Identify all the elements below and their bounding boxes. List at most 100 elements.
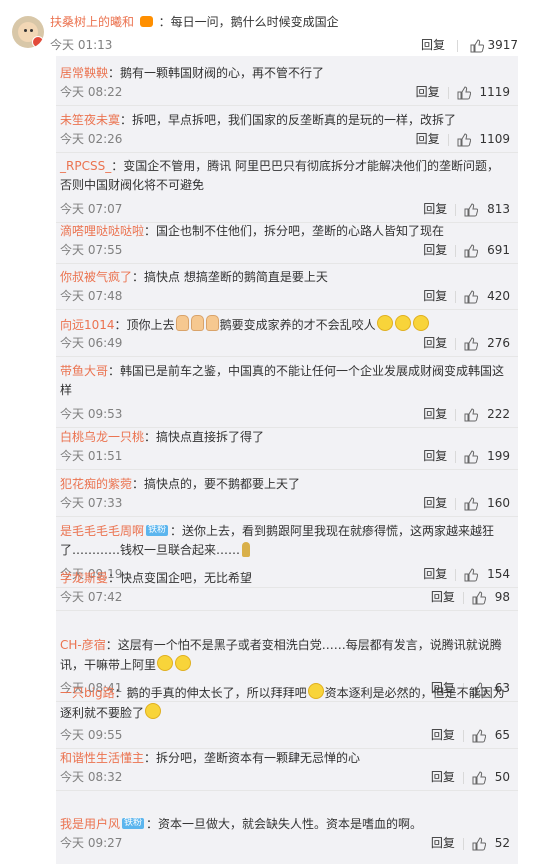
like-button[interactable]: 52 (472, 836, 510, 850)
reply-username[interactable]: CH-彦宿 (60, 638, 106, 652)
like-button[interactable]: 691 (464, 243, 510, 257)
divider (455, 408, 457, 421)
reply-username[interactable]: _RPCSS_ (60, 159, 111, 173)
reply-button[interactable]: 回复 (423, 449, 447, 463)
like-count: 276 (487, 336, 510, 350)
reply-text: ：搞快点直接拆了得了 (144, 430, 265, 444)
reply-text: ：国企也制不住他们，拆分吧，垄断的心路人皆知了现在 (144, 224, 445, 238)
like-count: 50 (494, 770, 510, 784)
reply-username[interactable]: 我是用户风 (60, 817, 120, 831)
reply-divider (56, 263, 518, 264)
reply-time: 今天 09:55 (60, 728, 123, 742)
reply-username[interactable]: 向远1014 (60, 318, 115, 332)
like-count: 199 (487, 449, 510, 463)
reply-divider (56, 516, 518, 517)
reply-time: 今天 09:53 (60, 407, 123, 421)
shy-emoji-icon (145, 703, 162, 719)
shy-emoji-icon (175, 655, 192, 671)
thumbs-up-icon (470, 38, 484, 52)
like-button[interactable]: 65 (472, 728, 510, 742)
thumbs-up-icon (464, 202, 479, 216)
reply-text: ：韩国已是前车之鉴，中国真的不能让任何一个企业发展成财阀变成韩国这样 (60, 364, 505, 397)
reply-username[interactable]: 未笙夜未寞 (60, 113, 120, 127)
reply-text: ：资本一旦做大，就会缺失人性。资本是嗜血的啊。 (146, 817, 423, 831)
divider (455, 203, 457, 216)
divider (456, 39, 458, 52)
comment-username[interactable]: 扶桑树上的曦和 (50, 15, 134, 29)
reply-username[interactable]: 带鱼大哥 (60, 364, 108, 378)
thumbs-up-icon (464, 407, 479, 421)
avatar[interactable] (12, 16, 44, 48)
like-count: 1109 (479, 132, 510, 146)
reply-text-cont: 鹅要变成家养的才不会乱咬人 (219, 318, 376, 332)
reply-button[interactable]: 回复 (423, 202, 447, 216)
like-count: 691 (487, 243, 510, 257)
thumbs-up-icon (457, 132, 471, 146)
fan-badge: 铁粉 (122, 818, 145, 829)
like-count: 65 (494, 728, 510, 742)
reply-username[interactable]: 犯花痴的紫菀 (60, 477, 132, 491)
thumbs-up-icon (464, 496, 479, 510)
reply-text: ：拆吧，早点拆吧，我们国家的反垄断真的是玩的一样，改拆了 (120, 113, 457, 127)
reply-button[interactable]: 回复 (423, 407, 447, 421)
reply-text: ：搞快点 想搞垄断的鹅简直是要上天 (132, 270, 328, 284)
like-button[interactable]: 98 (472, 590, 510, 604)
reply-text: ：变国企不管用，腾讯 阿里巴巴只有彻底拆分才能解决他们的垄断问题，否则中国财阀化… (60, 159, 500, 192)
divider (462, 771, 464, 784)
reply-divider (56, 790, 518, 791)
like-button[interactable]: 222 (464, 407, 510, 421)
reply-username[interactable]: 学龙斯曼 (60, 571, 108, 585)
reply-text: ：拆分吧，垄断资本有一颗肆无忌惮的心 (144, 751, 361, 765)
reply-button[interactable]: 回复 (431, 590, 455, 604)
like-button[interactable]: 50 (472, 770, 510, 784)
reply-button[interactable]: 回复 (416, 85, 440, 99)
reply-username[interactable]: 白桃乌龙一只桃 (60, 430, 144, 444)
reply-button[interactable]: 回复 (431, 728, 455, 742)
reply-button[interactable]: 回复 (431, 836, 455, 850)
comment-time: 今天 01:13 (50, 38, 113, 52)
reply-divider (56, 469, 518, 470)
reply-time: 今天 02:26 (60, 132, 123, 146)
reply-text: ：鹅有一颗韩国财阀的心，再不管不行了 (108, 66, 325, 80)
reply-time: 今天 08:32 (60, 770, 123, 784)
like-button[interactable]: 420 (464, 289, 510, 303)
reply-divider (56, 105, 518, 106)
reply-button[interactable]: 回复 (421, 38, 445, 52)
like-count: 813 (487, 202, 510, 216)
reply-username[interactable]: 和谐性生活懂主 (60, 751, 144, 765)
reply-username[interactable]: 你叔被气疯了 (60, 270, 132, 284)
like-button[interactable]: 199 (464, 449, 510, 463)
shy-emoji-icon (157, 655, 174, 671)
top-comment: 扶桑树上的曦和 ：每日一问，鹅什么时候变成国企 今天 01:13 回复 3917 (0, 0, 538, 56)
reply-button[interactable]: 回复 (423, 336, 447, 350)
reply-username[interactable]: 是毛毛毛毛周啊 (60, 524, 144, 538)
fan-badge: 铁粉 (146, 525, 169, 536)
vip-icon (139, 16, 153, 27)
reply-button[interactable]: 回复 (423, 289, 447, 303)
like-count: 222 (487, 407, 510, 421)
like-count: 1119 (479, 85, 510, 99)
reply-username[interactable]: 居常鞅鞅 (60, 66, 108, 80)
shy-emoji-icon (307, 683, 324, 699)
like-button[interactable]: 813 (464, 202, 510, 216)
like-button[interactable]: 1109 (457, 132, 510, 146)
reply-button[interactable]: 回复 (423, 243, 447, 257)
reply-username[interactable]: 滴嗒哩哒哒哒啦 (60, 224, 144, 238)
reply-button[interactable]: 回复 (416, 132, 440, 146)
like-button[interactable]: 3917 (470, 38, 518, 52)
reply-text: ：鹅的手真的伸太长了，所以拜拜吧 (114, 686, 307, 700)
reply-button[interactable]: 回复 (423, 496, 447, 510)
reply-username[interactable]: 一只big路 (60, 686, 115, 700)
like-button[interactable]: 1119 (457, 85, 510, 99)
reply-time: 今天 07:33 (60, 496, 123, 510)
smile-emoji-icon (376, 315, 393, 331)
like-button[interactable]: 276 (464, 336, 510, 350)
divider (462, 729, 464, 742)
thumbs-up-emoji-icon (190, 315, 204, 331)
reply-divider (56, 309, 518, 310)
reply-time: 今天 08:22 (60, 85, 123, 99)
reply-text: ：这层有一个怕不是黑子或者变相洗白党……每层都有发言，说腾讯就说腾讯，干嘛带上阿… (60, 638, 502, 672)
like-button[interactable]: 160 (464, 496, 510, 510)
thumbs-up-icon (472, 770, 486, 784)
reply-button[interactable]: 回复 (431, 770, 455, 784)
